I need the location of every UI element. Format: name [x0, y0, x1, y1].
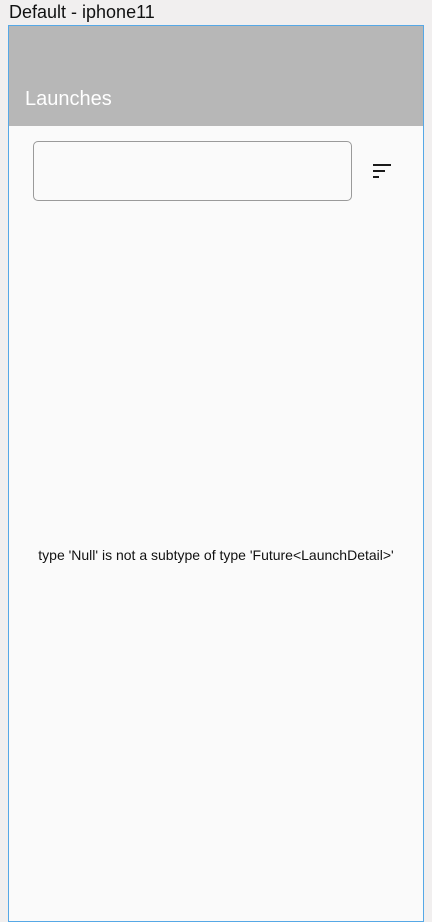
device-frame: Launches type 'Null' is not a subtype of…	[8, 25, 424, 922]
app-bar: Launches	[9, 26, 423, 126]
page-title: Launches	[25, 88, 112, 110]
filter-button[interactable]	[366, 157, 400, 185]
sort-icon	[373, 164, 391, 178]
window-title: Default - iphone11	[0, 0, 432, 25]
error-message: type 'Null' is not a subtype of type 'Fu…	[38, 547, 394, 563]
search-input[interactable]	[33, 141, 352, 201]
